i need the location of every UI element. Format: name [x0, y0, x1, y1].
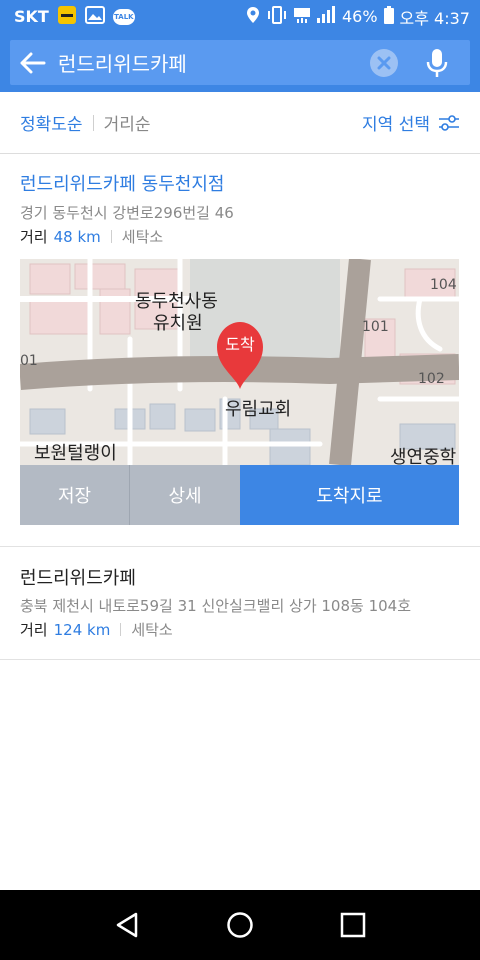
nav-back-button[interactable] — [107, 905, 147, 945]
lte-icon — [293, 6, 310, 28]
map-label: 104 — [430, 277, 457, 293]
pin-label: 도착 — [225, 335, 255, 354]
mic-icon — [426, 48, 448, 77]
vibrate-icon — [266, 5, 288, 28]
save-button[interactable]: 저장 — [20, 465, 130, 525]
category-label: 세탁소 — [131, 621, 173, 639]
search-box: 런드리위드카페 — [10, 40, 470, 85]
signal-icon — [316, 5, 336, 28]
map-label: 생연중학 — [390, 447, 456, 465]
sort-bar: 정확도순 거리순 지역 선택 — [0, 92, 480, 154]
battery-icon — [383, 5, 394, 28]
clear-icon — [377, 56, 391, 69]
result-meta: 거리 124 km 세탁소 — [20, 619, 173, 640]
nav-recent-icon — [341, 912, 366, 938]
result-title[interactable]: 런드리위드카페 동두천지점 — [20, 170, 224, 196]
result-item[interactable]: 런드리위드카페 동두천지점 경기 동두천시 강변로296번길 46 거리 48 … — [0, 155, 480, 547]
location-icon — [246, 6, 260, 28]
map-label: 01 — [20, 353, 38, 369]
set-destination-button[interactable]: 도착지로 — [240, 465, 459, 525]
back-button[interactable] — [10, 40, 56, 85]
result-actions: 저장 상세 도착지로 — [20, 465, 459, 525]
arrow-left-icon — [20, 52, 46, 73]
gallery-icon — [84, 5, 105, 28]
result-title[interactable]: 런드리위드카페 — [20, 564, 136, 590]
result-meta: 거리 48 km 세탁소 — [20, 226, 163, 247]
map-preview[interactable]: 도착 동두천사동 유치원 우림교회 보원털랭이 생연중학 104 101 102… — [20, 259, 459, 465]
sort-accuracy-tab[interactable]: 정확도순 — [20, 110, 83, 135]
map-label: 보원털랭이 — [34, 443, 117, 464]
kakaotalk-icon: TALK — [112, 8, 135, 25]
map-canvas: 도착 동두천사동 유치원 우림교회 보원털랭이 생연중학 104 101 102… — [20, 259, 459, 465]
clock: 오후 4:37 — [399, 8, 470, 28]
nav-home-button[interactable] — [220, 905, 260, 945]
region-select-label: 지역 선택 — [362, 115, 430, 135]
result-address: 충북 제천시 내토로59길 31 신안실크밸리 상가 108동 104호 — [20, 597, 412, 615]
result-item[interactable]: 런드리위드카페 충북 제천시 내토로59길 31 신안실크밸리 상가 108동 … — [0, 548, 480, 660]
meta-divider — [110, 230, 112, 243]
distance-value: 124 km — [53, 620, 111, 639]
result-address: 경기 동두천시 강변로296번길 46 — [20, 204, 234, 222]
sort-distance-tab[interactable]: 거리순 — [104, 110, 151, 135]
category-label: 세탁소 — [121, 228, 164, 246]
carrier-label: SKT — [14, 7, 49, 26]
map-label: 동두천사동 — [135, 291, 218, 312]
notification-badge-icon — [57, 5, 77, 29]
distance-label: 거리 — [20, 621, 48, 639]
map-label: 유치원 — [153, 313, 203, 334]
map-label: 우림교회 — [225, 399, 291, 420]
sort-divider — [92, 114, 94, 131]
nav-back-icon — [116, 912, 137, 938]
meta-divider — [120, 623, 122, 636]
map-label: 102 — [418, 371, 445, 387]
detail-button[interactable]: 상세 — [130, 465, 240, 525]
search-header: 런드리위드카페 — [0, 33, 480, 92]
filter-sliders-icon — [439, 114, 459, 131]
map-label: 101 — [362, 319, 389, 335]
search-input[interactable]: 런드리위드카페 — [56, 48, 370, 77]
clear-button[interactable] — [370, 48, 398, 77]
distance-value: 48 km — [53, 227, 101, 246]
region-select-button[interactable]: 지역 선택 — [362, 110, 460, 135]
battery-percent: 46% — [341, 7, 378, 26]
system-nav-bar — [0, 890, 480, 960]
status-bar: SKT TALK 46% 오후 4:37 — [0, 0, 480, 33]
nav-home-icon — [227, 912, 253, 938]
distance-label: 거리 — [20, 228, 48, 246]
voice-search-button[interactable] — [422, 40, 452, 85]
nav-recent-button[interactable] — [333, 905, 373, 945]
